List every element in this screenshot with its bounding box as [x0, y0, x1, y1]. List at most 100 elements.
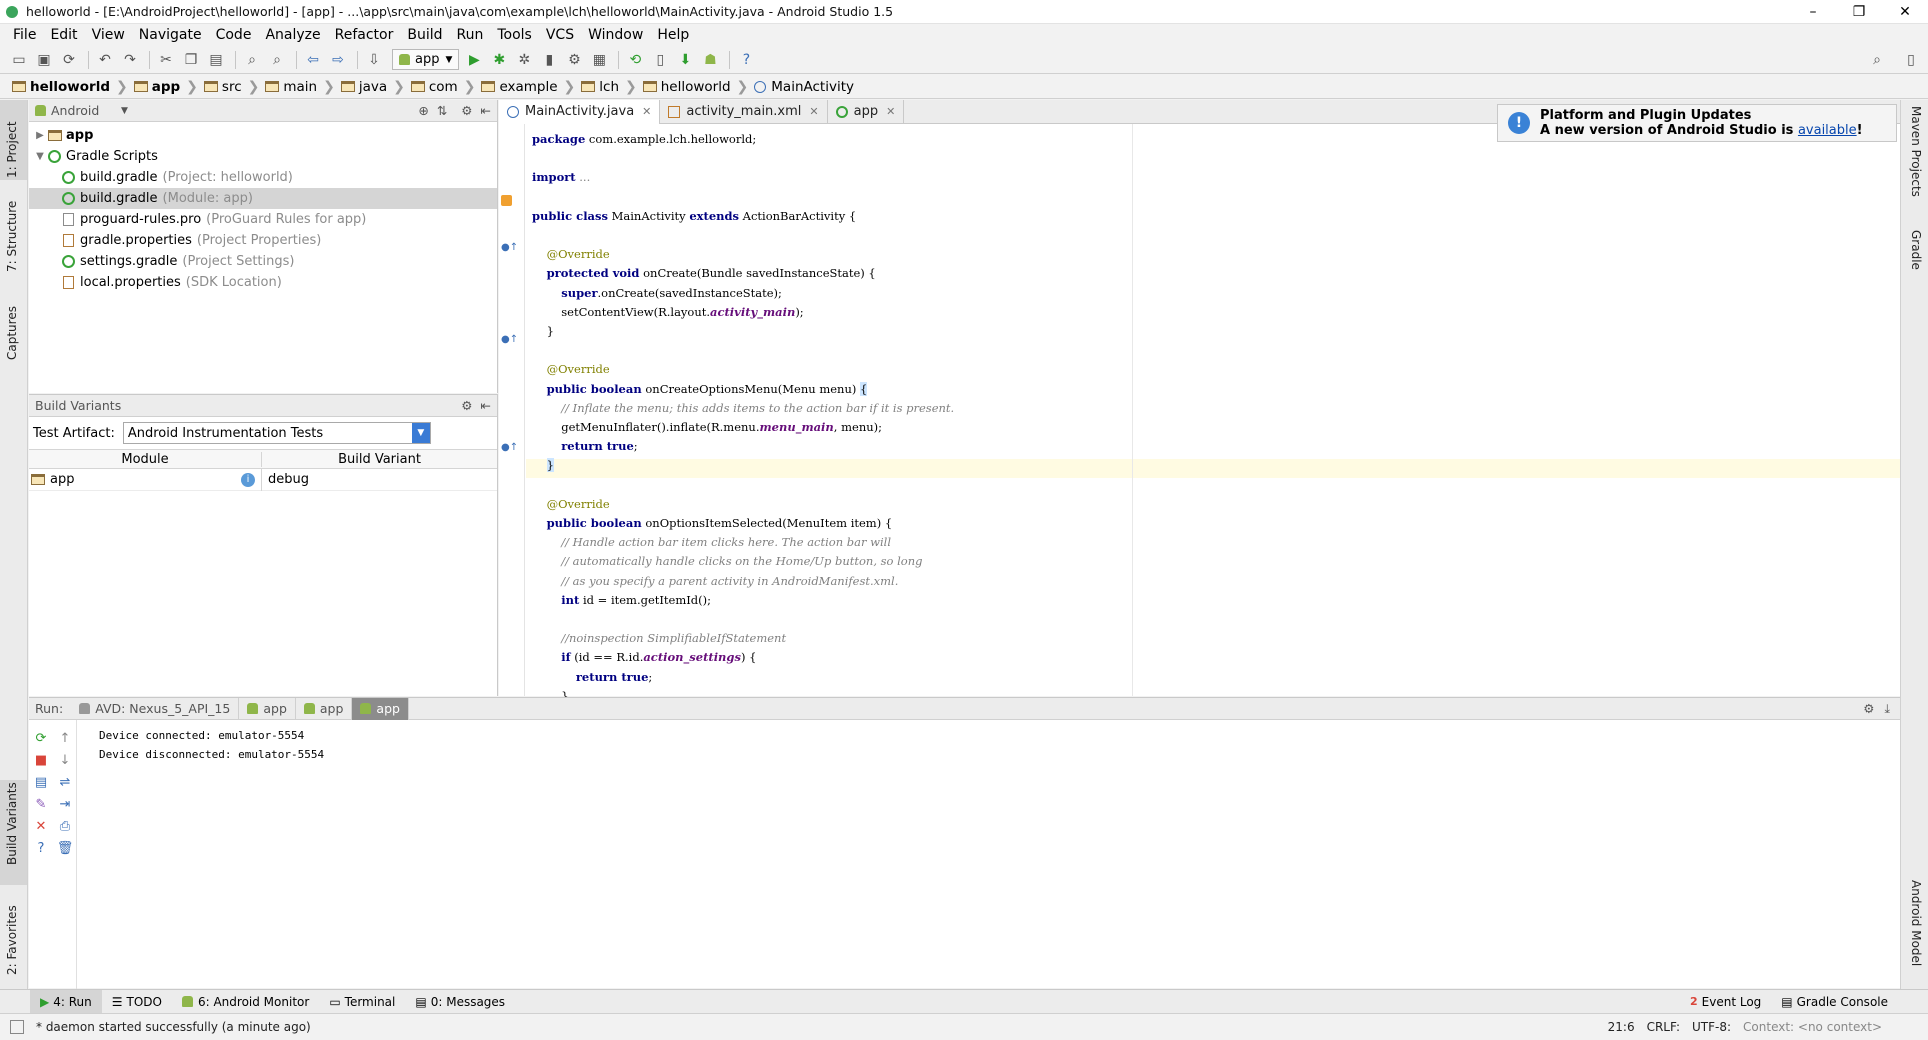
tree-item-gradle-properties[interactable]: gradle.properties (Project Properties)	[29, 230, 497, 251]
soft-wrap-icon[interactable]: ⇌	[55, 772, 75, 792]
run-icon[interactable]: ▶	[463, 49, 485, 71]
tool-tab-structure[interactable]: 7: Structure	[5, 201, 19, 272]
gear-icon[interactable]: ⚙	[1863, 701, 1874, 716]
chevron-down-icon[interactable]: ▼	[121, 106, 128, 116]
tool-tab-favorites[interactable]: 2: Favorites	[5, 905, 19, 975]
file-encoding[interactable]: UTF-8:	[1686, 1020, 1737, 1034]
sdk-manager-icon[interactable]: ⬇	[674, 49, 696, 71]
breadcrumb-mainactivity[interactable]: MainActivity	[754, 79, 860, 95]
chevron-right-icon[interactable]: ▶	[33, 130, 47, 141]
close-tab-icon[interactable]: ✕	[809, 105, 818, 118]
help-icon[interactable]: ?	[31, 838, 51, 858]
bottom-tab-gradle-console[interactable]: ▤ Gradle Console	[1771, 990, 1898, 1014]
tree-item-proguard-rules[interactable]: proguard-rules.pro (ProGuard Rules for ap…	[29, 209, 497, 230]
close-tab-icon[interactable]: ✕	[886, 105, 895, 118]
clear-all-icon[interactable]: 🗑	[55, 838, 75, 858]
breadcrumb-lch[interactable]: lch ❯	[581, 79, 642, 95]
sync-icon[interactable]: ⟳	[58, 49, 80, 71]
breadcrumb-example[interactable]: example ❯	[481, 79, 581, 95]
close-icon[interactable]: ✕	[31, 816, 51, 836]
redo-icon[interactable]: ↷	[119, 49, 141, 71]
help-icon[interactable]: ?	[735, 49, 757, 71]
save-all-icon[interactable]: ▣	[33, 49, 55, 71]
open-folder-icon[interactable]: ▭	[8, 49, 30, 71]
make-project-icon[interactable]: ⇩	[363, 49, 385, 71]
test-artifact-select[interactable]: Android Instrumentation Tests ▼	[122, 422, 431, 444]
update-notification[interactable]: ! Platform and Plugin Updates A new vers…	[1497, 104, 1897, 142]
run-tab-avd[interactable]: AVD: Nexus_5_API_15	[71, 697, 240, 720]
bottom-tab-android-monitor[interactable]: 6: Android Monitor	[172, 990, 319, 1014]
tab-app[interactable]: app ✕	[828, 99, 905, 124]
search-icon[interactable]: ⌕	[1866, 49, 1888, 71]
menu-view[interactable]: View	[85, 27, 132, 43]
caret-position[interactable]: 21:6	[1602, 1020, 1641, 1034]
chevron-down-icon[interactable]: ▼	[33, 151, 47, 162]
gear-icon[interactable]: ⚙	[461, 103, 472, 118]
menu-tools[interactable]: Tools	[490, 27, 539, 43]
menu-build[interactable]: Build	[400, 27, 449, 43]
tool-tab-captures[interactable]: Captures	[5, 306, 19, 360]
hide-panel-icon[interactable]: ⇤	[481, 103, 491, 118]
toggle-tool-windows-icon[interactable]	[10, 1020, 24, 1034]
tool-tab-build-variants[interactable]: Build Variants	[5, 782, 19, 865]
menu-window[interactable]: Window	[581, 27, 650, 43]
menu-edit[interactable]: Edit	[43, 27, 84, 43]
scroll-up-icon[interactable]: ↑	[55, 728, 75, 748]
stop-icon[interactable]: ■	[31, 750, 51, 770]
scroll-down-icon[interactable]: ↓	[55, 750, 75, 770]
print-icon[interactable]: ⎙	[55, 816, 75, 836]
breadcrumb-src[interactable]: src ❯	[203, 79, 265, 95]
available-link[interactable]: available	[1798, 123, 1857, 138]
find-icon[interactable]: ⌕	[241, 49, 263, 71]
run-tab-app-2[interactable]: app	[296, 697, 353, 720]
tool-tab-android-model[interactable]: Android Model	[1909, 880, 1923, 966]
menu-file[interactable]: File	[6, 27, 43, 43]
breadcrumb-java[interactable]: java ❯	[340, 79, 411, 95]
bottom-tab-run[interactable]: ▶ 4: Run	[30, 989, 102, 1014]
scroll-from-source-icon[interactable]: ⊕	[418, 103, 428, 118]
attach-debugger-icon[interactable]: ✲	[513, 49, 535, 71]
avd-manager-icon[interactable]: ▯	[649, 49, 671, 71]
table-row[interactable]: app i debug	[29, 468, 497, 491]
run-config-select[interactable]: app ▼	[392, 49, 460, 70]
layout-inspector-icon[interactable]: ▦	[588, 49, 610, 71]
tree-item-build-gradle-project[interactable]: build.gradle (Project: helloworld)	[29, 167, 497, 188]
collapse-all-icon[interactable]: ⇅	[437, 103, 447, 118]
gradle-sync-icon[interactable]: ⟲	[624, 49, 646, 71]
undo-icon[interactable]: ↶	[94, 49, 116, 71]
tool-tab-project[interactable]: 1: Project	[5, 121, 19, 178]
android-device-monitor-icon[interactable]: ☗	[699, 49, 721, 71]
pin-icon[interactable]: ✎	[31, 794, 51, 814]
hide-panel-icon[interactable]: ⇤	[481, 398, 491, 413]
forward-icon[interactable]: ⇨	[327, 49, 349, 71]
run-tab-app-1[interactable]: app	[239, 697, 296, 720]
code-area[interactable]: package com.example.lch.helloworld; impo…	[532, 130, 954, 706]
copy-icon[interactable]: ❐	[180, 49, 202, 71]
breadcrumb-app[interactable]: app ❯	[133, 79, 204, 95]
paste-icon[interactable]: ▤	[205, 49, 227, 71]
gear-icon[interactable]: ⚙	[461, 398, 472, 413]
menu-code[interactable]: Code	[209, 27, 259, 43]
close-button[interactable]: ✕	[1882, 4, 1928, 20]
run-tab-app-3[interactable]: app	[352, 697, 409, 720]
menu-run[interactable]: Run	[450, 27, 491, 43]
breadcrumb-helloworld-package[interactable]: helloworld ❯	[642, 79, 755, 95]
line-separator[interactable]: CRLF:	[1641, 1020, 1686, 1034]
tree-item-local-properties[interactable]: local.properties (SDK Location)	[29, 272, 497, 293]
menu-refactor[interactable]: Refactor	[328, 27, 401, 43]
breadcrumb-com[interactable]: com ❯	[410, 79, 482, 95]
run-console-output[interactable]: Device connected: emulator-5554 Device di…	[99, 726, 324, 764]
bottom-tab-event-log[interactable]: 2 Event Log	[1680, 990, 1771, 1014]
replace-icon[interactable]: ⌕	[266, 49, 288, 71]
scroll-to-end-icon[interactable]: ⇥	[55, 794, 75, 814]
menu-navigate[interactable]: Navigate	[132, 27, 209, 43]
back-icon[interactable]: ⇦	[302, 49, 324, 71]
rerun-icon[interactable]: ⟳	[31, 728, 51, 748]
tree-item-app[interactable]: ▶ app	[29, 125, 497, 146]
tab-activity-main-xml[interactable]: activity_main.xml ✕	[660, 99, 828, 124]
tree-item-build-gradle-module[interactable]: build.gradle (Module: app)	[29, 188, 497, 209]
close-tab-icon[interactable]: ✕	[642, 105, 651, 118]
debug-icon[interactable]: ✱	[488, 49, 510, 71]
maximize-button[interactable]: ❐	[1836, 4, 1882, 20]
hide-panel-icon[interactable]: ⤓	[1884, 701, 1890, 717]
